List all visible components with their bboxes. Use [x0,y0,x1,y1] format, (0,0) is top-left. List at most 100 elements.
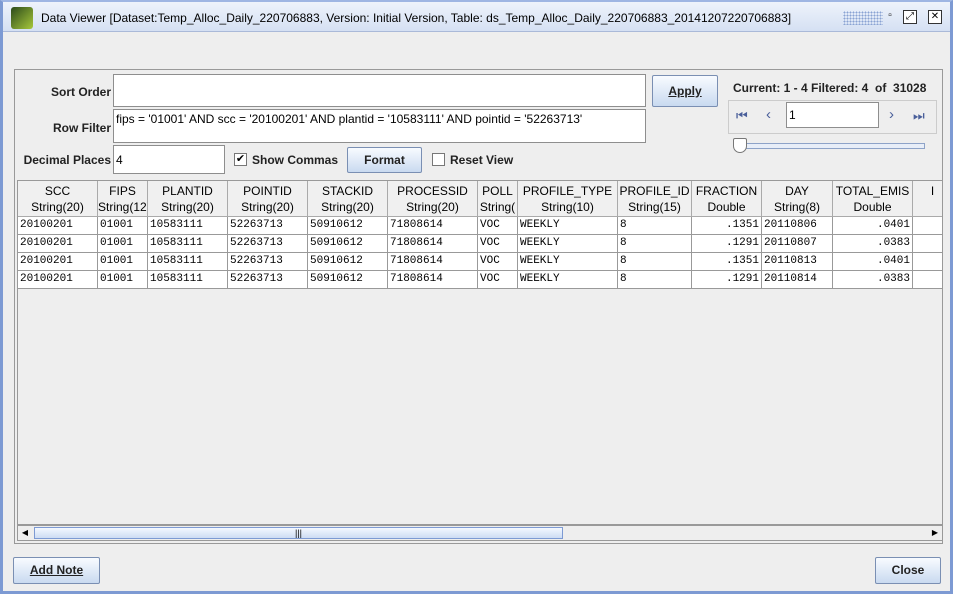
table-cell[interactable]: WEEKLY [518,217,618,235]
table-cell[interactable] [913,217,942,235]
column-header-fips[interactable]: FIPS String(12) [98,181,148,217]
maximize-icon[interactable]: ⤢ [903,10,917,24]
table-cell[interactable]: 20110814 [762,271,833,289]
table-cell[interactable]: 71808614 [388,253,478,271]
table-cell[interactable]: 52263713 [228,235,308,253]
table-cell[interactable]: 50910612 [308,253,388,271]
table-cell[interactable]: 01001 [98,271,148,289]
column-header-scc[interactable]: SCC String(20) [18,181,98,217]
table-cell[interactable]: 20110806 [762,217,833,235]
table-cell[interactable]: 50910612 [308,271,388,289]
table-cell[interactable]: 50910612 [308,217,388,235]
table-cell[interactable]: 52263713 [228,271,308,289]
column-header-poll[interactable]: POLL String( [478,181,518,217]
scroll-left-icon[interactable]: ◀ [18,526,32,540]
table-cell[interactable]: 71808614 [388,235,478,253]
table-cell[interactable]: VOC [478,235,518,253]
table-cell[interactable]: 20110807 [762,235,833,253]
table-cell[interactable] [913,271,942,289]
table-cell[interactable]: .0383 [833,271,913,289]
column-type: String(15) [628,200,681,214]
column-type: String(10) [541,200,594,214]
close-window-icon[interactable]: ✕ [928,10,942,24]
table-cell[interactable]: 71808614 [388,217,478,235]
page-slider-thumb[interactable] [733,138,747,153]
close-button[interactable]: Close [875,557,941,584]
table-cell[interactable]: 01001 [98,217,148,235]
page-slider-track[interactable] [736,143,925,149]
row-filter-input[interactable]: fips = '01001' AND scc = '20100201' AND … [113,109,646,143]
scrollbar-thumb[interactable]: ||| [34,527,563,539]
table-cell[interactable]: 8 [618,271,692,289]
table-cell[interactable]: .1291 [692,235,762,253]
table-cell[interactable]: 10583111 [148,235,228,253]
first-page-icon[interactable]: ⏮ [736,108,748,124]
minimize-icon[interactable]: ▫ [883,10,897,24]
table-cell[interactable]: 8 [618,253,692,271]
table-cell[interactable]: WEEKLY [518,271,618,289]
table-cell[interactable]: WEEKLY [518,253,618,271]
column-header-plantid[interactable]: PLANTID String(20) [148,181,228,217]
column-name: DAY [785,184,809,198]
column-type: Double [853,200,892,214]
column-header-fraction[interactable]: FRACTION Double [692,181,762,217]
next-page-icon[interactable]: › [889,106,894,123]
table-cell[interactable] [913,253,942,271]
table-cell[interactable]: 10583111 [148,217,228,235]
table-cell[interactable]: 01001 [98,253,148,271]
table-cell[interactable]: 20110813 [762,253,833,271]
table-cell[interactable]: 52263713 [228,217,308,235]
scroll-right-icon[interactable]: ▶ [928,526,942,540]
table-cell[interactable]: 50910612 [308,235,388,253]
column-name: FIPS [109,184,136,198]
table-cell[interactable]: 20100201 [18,217,98,235]
table-cell[interactable]: VOC [478,253,518,271]
add-note-button[interactable]: Add Note [13,557,100,584]
table-cell[interactable]: .0401 [833,253,913,271]
column-header-pointid[interactable]: POINTID String(20) [228,181,308,217]
table-cell[interactable]: 10583111 [148,271,228,289]
data-table: SCC String(20) 20100201 20100201 20100201 201… [17,180,943,525]
table-cell[interactable]: WEEKLY [518,235,618,253]
page-input[interactable]: 1 [786,102,879,128]
table-cell[interactable]: .0401 [833,217,913,235]
apply-button[interactable]: Apply [652,75,718,107]
table-cell[interactable]: .0383 [833,235,913,253]
paging-status: Current: 1 - 4 Filtered: 4 of 31028 [733,81,927,95]
column-header-day[interactable]: DAY String(8) [762,181,833,217]
column-header-profile-id[interactable]: PROFILE_ID String(15) [618,181,692,217]
table-cell[interactable]: 8 [618,217,692,235]
column-type: Double [707,200,746,214]
table-cell[interactable]: .1291 [692,271,762,289]
column-header-profile-type[interactable]: PROFILE_TYPE String(10) [518,181,618,217]
column-header-total-emis[interactable]: TOTAL_EMIS Double [833,181,913,217]
column-header-processid[interactable]: PROCESSID String(20) [388,181,478,217]
table-cell[interactable]: .1351 [692,253,762,271]
table-cell[interactable]: 20100201 [18,271,98,289]
table-cell[interactable]: 01001 [98,235,148,253]
show-commas-checkbox[interactable]: ✔ [234,153,247,166]
column-header-i[interactable]: I [913,181,942,217]
horizontal-scrollbar[interactable]: ◀ ||| ▶ [17,525,943,541]
table-cell[interactable]: 10583111 [148,253,228,271]
table-cell[interactable]: VOC [478,217,518,235]
table-cell[interactable]: 20100201 [18,253,98,271]
last-page-icon[interactable]: ⏭ [913,108,925,124]
table-cell[interactable]: 8 [618,235,692,253]
previous-page-icon[interactable]: ‹ [766,106,771,123]
reset-view-checkbox[interactable] [432,153,445,166]
decimal-places-input[interactable]: 4 [113,145,225,174]
table-cell[interactable]: .1351 [692,217,762,235]
table-cell[interactable]: 20100201 [18,235,98,253]
format-button[interactable]: Format [347,147,422,173]
table-cell[interactable]: VOC [478,271,518,289]
sort-order-input[interactable] [113,74,646,107]
table-cell[interactable]: 52263713 [228,253,308,271]
row-filter-label: Row Filter [52,121,111,135]
table-cell[interactable]: 71808614 [388,271,478,289]
column-name: TOTAL_EMIS [835,184,910,198]
column-type: String(20) [161,200,214,214]
column-header-stackid[interactable]: STACKID String(20) [308,181,388,217]
table-cell[interactable] [913,235,942,253]
column-name: SCC [44,184,71,198]
